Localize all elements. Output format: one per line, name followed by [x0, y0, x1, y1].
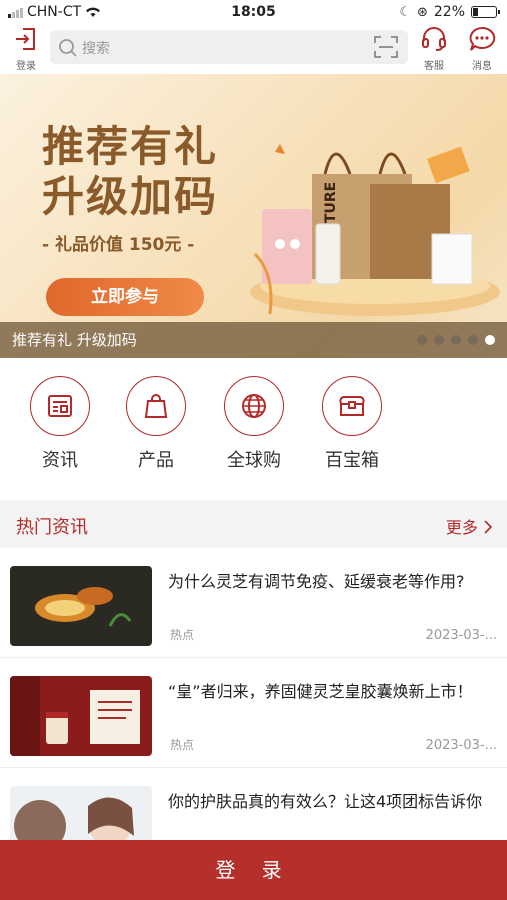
moon-icon: ☾	[399, 4, 411, 20]
news-thumbnail-lingzhi	[10, 566, 152, 646]
top-header: 登录 搜索 客服 消息	[0, 26, 507, 74]
quick-nav-global-shopping[interactable]: 全球购	[214, 376, 294, 472]
messages-button[interactable]: 消息	[462, 26, 502, 72]
customer-service-button[interactable]: 客服	[414, 26, 454, 72]
news-date: 2023-03-...	[425, 738, 497, 753]
status-bar: CHN-CT 18:05 ☾ ⊛ 22%	[0, 0, 507, 26]
headset-icon	[422, 27, 446, 51]
news-thumbnail-capsule	[10, 676, 152, 756]
rotation-lock-icon: ⊛	[416, 4, 428, 20]
search-bar[interactable]: 搜索	[50, 30, 408, 64]
bottom-login-button[interactable]: 登 录	[0, 840, 507, 900]
news-title: “皇”者归来，养固健灵芝皇胶囊焕新上市！	[168, 682, 473, 701]
news-item[interactable]: “皇”者归来，养固健灵芝皇胶囊焕新上市！ 热点 2023-03-...	[0, 658, 507, 768]
chat-icon	[469, 26, 496, 51]
news-item[interactable]: 为什么灵芝有调节免疫、延缓衰老等作用? 热点 2023-03-...	[0, 548, 507, 658]
carousel-dot-active[interactable]	[485, 335, 495, 345]
carousel-dot[interactable]	[434, 335, 444, 345]
service-label: 客服	[424, 61, 444, 72]
promo-banner[interactable]: 推荐有礼 升级加码 - 礼品价值 150元 - 立即参与 FUTURE 推荐有礼…	[0, 74, 507, 358]
quick-nav-label: 资讯	[42, 450, 78, 471]
news-tag: 热点	[170, 628, 195, 642]
bag-icon	[144, 394, 168, 418]
carousel-dot[interactable]	[417, 335, 427, 345]
quick-nav-label: 产品	[138, 450, 174, 471]
quick-nav-label: 百宝箱	[325, 450, 379, 471]
search-icon	[59, 39, 77, 57]
search-placeholder: 搜索	[82, 41, 110, 57]
quick-nav-products[interactable]: 产品	[116, 376, 196, 472]
quick-nav-label: 全球购	[227, 450, 281, 471]
banner-title: 推荐有礼 升级加码	[42, 122, 218, 222]
more-link[interactable]: 更多	[446, 514, 493, 538]
login-label: 登录	[16, 61, 36, 72]
globe-icon	[242, 394, 266, 418]
news-title: 为什么灵芝有调节免疫、延缓衰老等作用?	[168, 572, 465, 591]
more-label: 更多	[445, 518, 478, 537]
news-icon	[48, 395, 72, 417]
scan-icon[interactable]	[374, 36, 398, 58]
gift-bags-illustration: FUTURE	[250, 144, 500, 316]
news-tag: 热点	[170, 738, 195, 752]
news-title: 你的护肤品真的有效么？让这4项团标告诉你	[168, 792, 483, 811]
hot-news-header: 热门资讯 更多	[0, 502, 507, 546]
quick-nav: 资讯 产品 全球购 百宝箱	[0, 358, 507, 500]
carousel-dots[interactable]	[417, 335, 495, 345]
quick-nav-treasure-box[interactable]: 百宝箱	[312, 376, 392, 472]
banner-title-line1: 推荐有礼	[42, 122, 219, 171]
banner-subtitle: - 礼品价值 150元 -	[42, 235, 195, 255]
battery-icon	[471, 6, 500, 18]
news-list: 为什么灵芝有调节免疫、延缓衰老等作用? 热点 2023-03-... “皇”者归…	[0, 548, 507, 878]
banner-title-line2: 升级加码	[42, 172, 219, 221]
login-button[interactable]: 登录	[6, 26, 46, 72]
hot-news-title: 热门资讯	[16, 517, 88, 538]
carousel-dot[interactable]	[468, 335, 478, 345]
chevron-right-icon	[484, 520, 493, 534]
news-date: 2023-03-...	[425, 628, 497, 643]
battery-percent: 22%	[433, 4, 465, 20]
carousel-dot[interactable]	[451, 335, 461, 345]
message-label: 消息	[472, 61, 492, 72]
login-icon	[16, 28, 35, 50]
quick-nav-news[interactable]: 资讯	[20, 376, 100, 472]
treasure-box-icon	[339, 395, 365, 416]
banner-cta-button[interactable]: 立即参与	[46, 278, 204, 316]
